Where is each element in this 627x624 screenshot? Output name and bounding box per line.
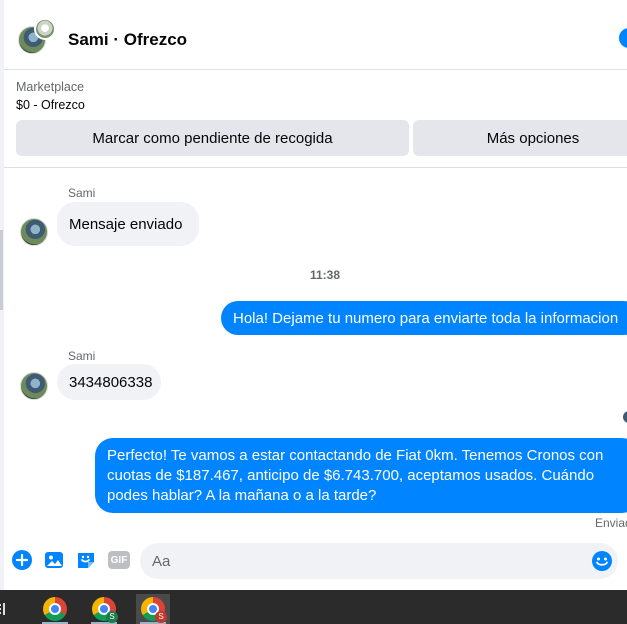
message-outgoing[interactable]: Hola! Dejame tu numero para enviarte tod… xyxy=(221,301,627,335)
marketplace-label: Marketplace xyxy=(16,80,85,94)
profile-badge: S xyxy=(155,611,167,623)
gif-icon[interactable]: GIF xyxy=(107,549,131,571)
message-incoming[interactable]: Mensaje enviado xyxy=(57,202,199,246)
message-input[interactable] xyxy=(152,543,582,579)
listing-thumbnail[interactable] xyxy=(34,18,56,40)
chrome-profile-taskbar-icon-active[interactable]: S xyxy=(136,594,170,624)
task-view-icon[interactable] xyxy=(0,594,12,624)
message-timestamp: 11:38 xyxy=(309,268,341,282)
taskbar: S S xyxy=(0,590,627,624)
chrome-taskbar-icon[interactable] xyxy=(38,594,72,624)
left-panel-edge xyxy=(0,0,4,590)
sender-name: Sami xyxy=(68,349,96,363)
profile-badge: S xyxy=(106,611,118,623)
sender-avatar[interactable] xyxy=(20,372,48,400)
sender-avatar[interactable] xyxy=(20,218,48,246)
listing-title[interactable]: $0 - Ofrezco xyxy=(16,98,85,112)
read-receipt-avatar xyxy=(622,410,627,424)
message-incoming[interactable]: 3434806338 xyxy=(57,364,161,400)
header-divider xyxy=(4,69,627,70)
photo-icon[interactable] xyxy=(43,549,65,571)
plus-icon[interactable] xyxy=(11,549,33,571)
sticker-icon[interactable] xyxy=(75,549,97,571)
chat-header: Sami · Ofrezco xyxy=(4,0,627,70)
chrome-icon: S xyxy=(141,597,167,623)
mark-pending-pickup-button[interactable]: Marcar como pendiente de recogida xyxy=(16,120,409,156)
chrome-profile-taskbar-icon[interactable]: S xyxy=(87,594,121,624)
more-options-button[interactable]: Más opciones xyxy=(413,120,627,156)
sender-name: Sami xyxy=(68,186,96,200)
section-divider xyxy=(4,167,627,168)
header-action-icon[interactable] xyxy=(619,28,627,48)
chat-title[interactable]: Sami · Ofrezco xyxy=(68,30,187,50)
chrome-icon xyxy=(43,597,67,621)
sent-status: Enviado xyxy=(595,516,627,530)
gif-label: GIF xyxy=(108,551,130,569)
message-input-container xyxy=(140,543,618,579)
emoji-icon[interactable] xyxy=(591,550,613,572)
message-outgoing[interactable]: Perfecto! Te vamos a estar contactando d… xyxy=(95,438,627,513)
chrome-icon: S xyxy=(92,597,118,623)
message-composer: GIF xyxy=(0,538,627,584)
